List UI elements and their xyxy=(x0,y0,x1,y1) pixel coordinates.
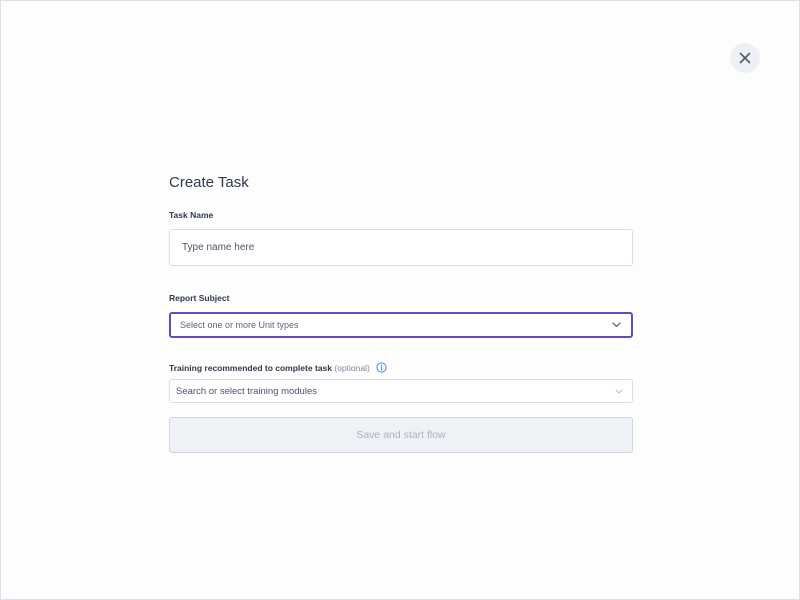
training-placeholder: Search or select training modules xyxy=(176,385,317,397)
create-task-page: Create Task Task Name Report Subject Sel… xyxy=(0,0,800,600)
report-subject-placeholder: Select one or more Unit types xyxy=(180,320,299,330)
training-select[interactable]: Search or select training modules xyxy=(169,379,633,403)
task-name-input[interactable] xyxy=(169,229,633,266)
page-title: Create Task xyxy=(169,174,249,191)
report-subject-label: Report Subject xyxy=(169,293,230,303)
chevron-down-icon xyxy=(612,322,621,328)
report-subject-select[interactable]: Select one or more Unit types xyxy=(169,312,633,338)
optional-tag: (optional) xyxy=(334,363,370,373)
task-name-label: Task Name xyxy=(169,210,214,220)
create-task-form: Create Task Task Name Report Subject Sel… xyxy=(169,173,633,453)
training-label: Training recommended to complete task (o… xyxy=(169,362,633,374)
info-icon[interactable] xyxy=(376,362,387,373)
training-label-text: Training recommended to complete task xyxy=(169,363,332,373)
close-icon xyxy=(739,52,751,64)
save-and-start-flow-button[interactable]: Save and start flow xyxy=(169,417,633,453)
close-button[interactable] xyxy=(730,43,760,73)
chevron-down-icon xyxy=(615,389,623,393)
